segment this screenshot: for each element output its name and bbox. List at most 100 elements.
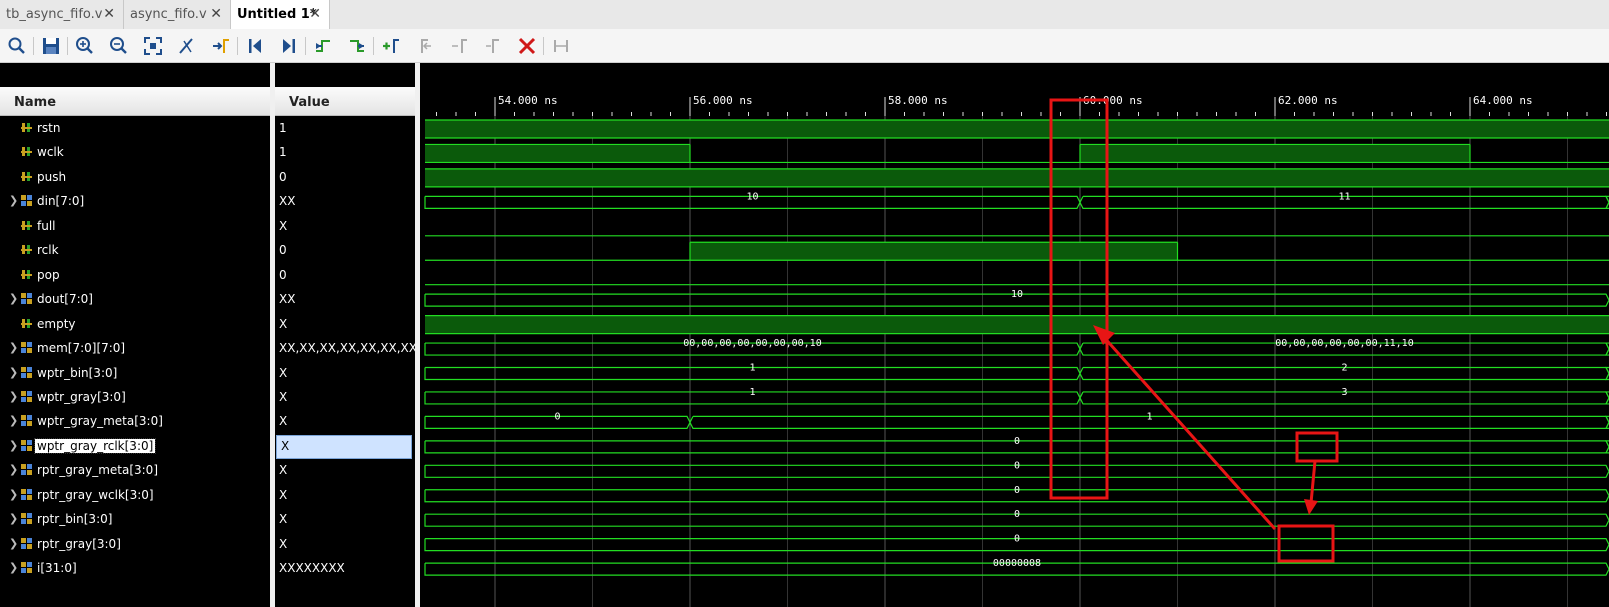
signal-row[interactable]: rclk: [0, 240, 270, 262]
signal-value-row[interactable]: X: [275, 314, 415, 336]
signal-row[interactable]: ❯ wptr_gray_meta[3:0]: [0, 411, 270, 433]
go-to-end-icon[interactable]: [278, 35, 300, 57]
expand-chevron-icon[interactable]: ❯: [9, 194, 18, 207]
signal-value-row[interactable]: XXXXXXXX: [275, 558, 415, 580]
marker-width-icon[interactable]: [550, 35, 572, 57]
ruler-tick-label: 56.000 ns: [693, 94, 753, 107]
zoom-out-icon[interactable]: [108, 35, 130, 57]
signal-row[interactable]: rstn: [0, 118, 270, 140]
signal-name: rclk: [37, 243, 59, 258]
signal-value-row[interactable]: X: [275, 387, 415, 409]
zoom-in-icon[interactable]: [74, 35, 96, 57]
signal-row[interactable]: ❯ rptr_gray[3:0]: [0, 534, 270, 556]
waveform-toolbar: [0, 29, 1609, 63]
bus-value-label: 00,00,00,00,00,00,00,10: [683, 338, 821, 349]
expand-chevron-icon[interactable]: ❯: [9, 292, 18, 305]
signal-row[interactable]: ❯ i[31:0]: [0, 558, 270, 580]
expand-chevron-icon[interactable]: ❯: [9, 341, 18, 354]
bit-high-fill: [425, 120, 1609, 138]
signal-value-row[interactable]: X: [275, 363, 415, 385]
goto-cursor-icon[interactable]: [210, 35, 232, 57]
signal-value-row[interactable]: 0: [275, 167, 415, 189]
signal-value-row[interactable]: X: [275, 485, 415, 507]
zoom-fit-icon[interactable]: [142, 35, 164, 57]
tab-untitled-1[interactable]: Untitled 1* ✕: [231, 0, 330, 29]
close-icon[interactable]: ✕: [103, 6, 115, 22]
signal-row[interactable]: ❯ wptr_gray[3:0]: [0, 387, 270, 409]
signal-row[interactable]: ❯ din[7:0]: [0, 191, 270, 213]
bus-signal-icon: [21, 415, 32, 427]
signal-row[interactable]: ❯ rptr_gray_wclk[3:0]: [0, 485, 270, 507]
next-marker-icon[interactable]: [448, 35, 470, 57]
signal-name: rptr_gray_meta[3:0]: [37, 463, 159, 478]
signal-row[interactable]: pop: [0, 265, 270, 287]
expand-chevron-icon[interactable]: ❯: [9, 537, 18, 550]
save-icon[interactable]: [40, 35, 62, 57]
signal-value-row[interactable]: X: [276, 434, 412, 459]
signal-value: 1: [279, 145, 287, 160]
signal-value-row[interactable]: 1: [275, 142, 415, 164]
signal-row[interactable]: full: [0, 216, 270, 238]
bus-value-label: 0: [1014, 436, 1020, 447]
signal-row[interactable]: ❯ rptr_gray_meta[3:0]: [0, 460, 270, 482]
signal-value-row[interactable]: X: [275, 460, 415, 482]
close-icon[interactable]: ✕: [210, 6, 222, 22]
signal-row[interactable]: wclk: [0, 142, 270, 164]
expand-chevron-icon[interactable]: ❯: [9, 414, 18, 427]
bit-signal-icon: [21, 220, 32, 230]
close-icon[interactable]: ✕: [309, 6, 321, 22]
expand-chevron-icon[interactable]: ❯: [9, 463, 18, 476]
expand-chevron-icon[interactable]: ❯: [9, 390, 18, 403]
signal-row[interactable]: ❯ mem[7:0][7:0]: [0, 338, 270, 360]
annotation-arrow-head: [1304, 499, 1318, 515]
signal-row[interactable]: ❯ dout[7:0]: [0, 289, 270, 311]
expand-chevron-icon[interactable]: ❯: [9, 488, 18, 501]
bit-high-fill: [690, 242, 1178, 261]
signal-name: pop: [37, 267, 60, 282]
expand-chevron-icon[interactable]: ❯: [9, 512, 18, 525]
signal-value-row[interactable]: X: [275, 534, 415, 556]
signal-row[interactable]: ❯ rptr_bin[3:0]: [0, 509, 270, 531]
bit-signal-icon: [21, 123, 32, 132]
signal-value-row[interactable]: 1: [275, 118, 415, 140]
add-marker-icon[interactable]: [380, 35, 402, 57]
bus-signal-icon: [21, 537, 32, 549]
signal-value-row[interactable]: XX,XX,XX,XX,XX,XX,XX,XX: [275, 338, 437, 360]
signal-value-row[interactable]: XX: [275, 289, 415, 311]
expand-chevron-icon[interactable]: ❯: [9, 439, 18, 452]
signal-value: X: [279, 463, 288, 478]
next-transition-icon[interactable]: [346, 35, 368, 57]
bus-signal-icon: [21, 464, 32, 476]
signal-value: 0: [279, 169, 287, 184]
search-icon[interactable]: [6, 35, 28, 57]
annotation-box-rptr-gray: [1277, 524, 1335, 563]
delete-marker-icon[interactable]: [516, 35, 538, 57]
cursor-cross-icon[interactable]: [176, 35, 198, 57]
signal-value-row[interactable]: X: [275, 216, 415, 238]
expand-chevron-icon[interactable]: ❯: [9, 561, 18, 574]
bus-value-label: 0: [1014, 534, 1020, 545]
tab-async-fifo[interactable]: async_fifo.v ✕: [124, 0, 231, 29]
tab-tb-async-fifo[interactable]: tb_async_fifo.v ✕: [0, 0, 124, 29]
value-column-header[interactable]: Value: [275, 87, 415, 116]
swap-cursors-icon[interactable]: [482, 35, 504, 57]
previous-marker-icon[interactable]: [414, 35, 436, 57]
signal-row[interactable]: empty: [0, 314, 270, 336]
tab-label: tb_async_fifo.v: [6, 7, 103, 22]
signal-row[interactable]: ❯ wptr_gray_rclk[3:0]: [0, 436, 270, 458]
signal-value-row[interactable]: X: [275, 509, 415, 531]
go-to-start-icon[interactable]: [244, 35, 266, 57]
signal-value-row[interactable]: XX: [275, 191, 415, 213]
expand-chevron-icon[interactable]: ❯: [9, 366, 18, 379]
previous-transition-icon[interactable]: [312, 35, 334, 57]
signal-value-row[interactable]: X: [275, 411, 415, 433]
name-column-header[interactable]: Name: [0, 87, 270, 116]
signal-value-row[interactable]: 0: [275, 240, 415, 262]
signal-value: X: [279, 414, 288, 429]
signal-value-row[interactable]: 0: [275, 265, 415, 287]
signal-name: i[31:0]: [37, 561, 77, 576]
signal-row[interactable]: ❯ wptr_bin[3:0]: [0, 363, 270, 385]
editor-tab-bar: tb_async_fifo.v ✕ async_fifo.v ✕ Untitle…: [0, 0, 1609, 30]
waveform-canvas[interactable]: 54.000 ns 56.000 ns 58.000 ns 60.000 ns 62.0…: [420, 63, 1609, 607]
signal-row[interactable]: push: [0, 167, 270, 189]
